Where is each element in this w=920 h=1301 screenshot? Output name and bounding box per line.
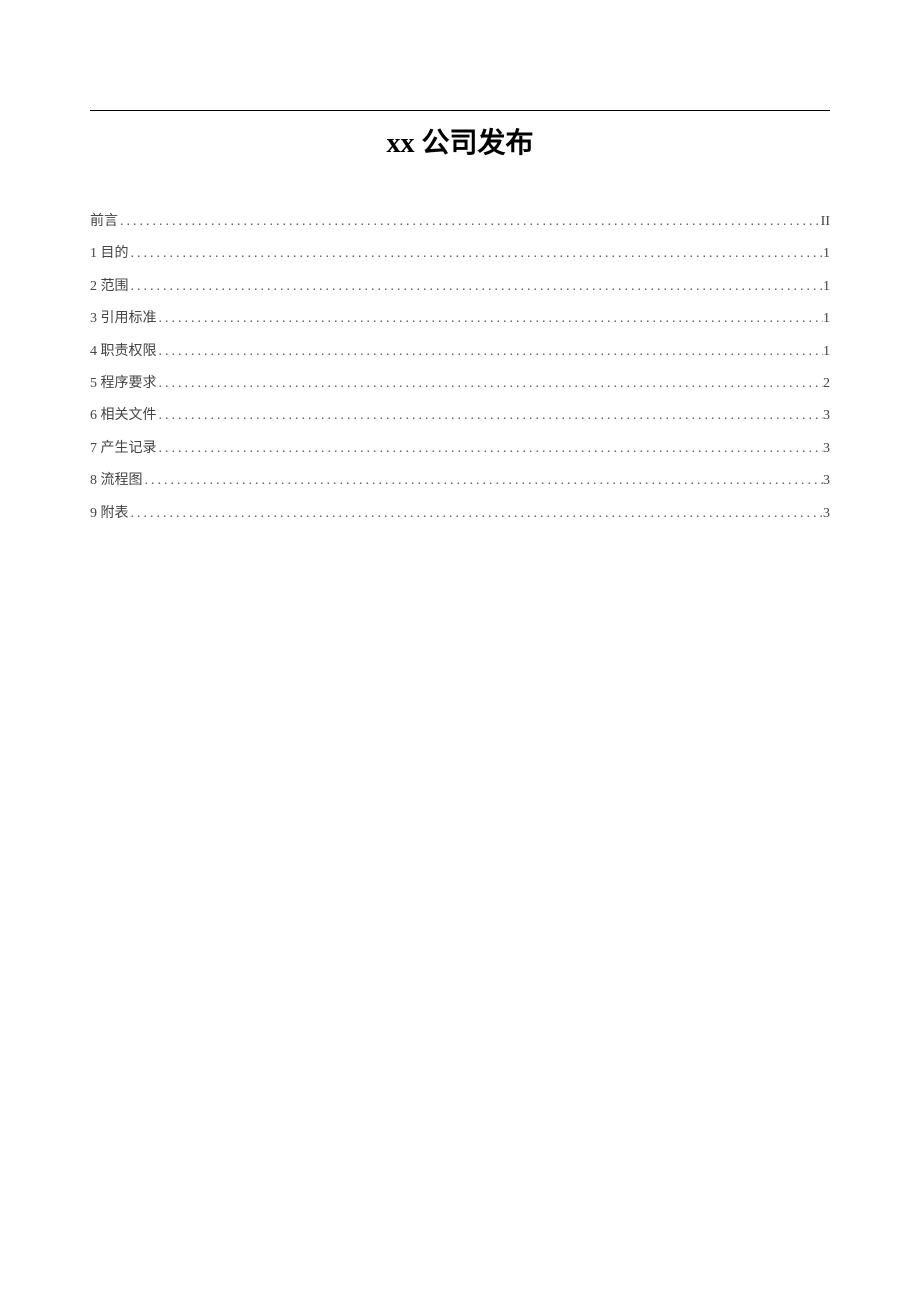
toc-entry: 前言 II	[90, 211, 830, 233]
toc-dots	[129, 503, 824, 525]
toc-label: 前言	[90, 211, 118, 233]
toc-entry: 2 范围 1	[90, 276, 830, 298]
toc-entry: 9 附表 3	[90, 503, 830, 525]
toc-dots	[129, 243, 824, 265]
toc-page: 2	[823, 373, 830, 395]
toc-page: 1	[823, 276, 830, 298]
toc-dots	[143, 470, 824, 492]
toc-label: 3 引用标准	[90, 308, 157, 330]
toc-entry: 4 职责权限 1	[90, 341, 830, 363]
toc-label: 6 相关文件	[90, 405, 157, 427]
toc-page: II	[821, 211, 830, 233]
toc-label: 2 范围	[90, 276, 129, 298]
toc-label: 4 职责权限	[90, 341, 157, 363]
toc-page: 1	[823, 243, 830, 265]
toc-dots	[129, 276, 824, 298]
toc-page: 1	[823, 341, 830, 363]
toc-dots	[157, 405, 824, 427]
toc-dots	[157, 438, 824, 460]
toc-label: 7 产生记录	[90, 438, 157, 460]
toc-page: 3	[823, 470, 830, 492]
toc-entry: 8 流程图 3	[90, 470, 830, 492]
toc-dots	[157, 341, 824, 363]
toc-entry: 1 目的 1	[90, 243, 830, 265]
header-rule	[90, 110, 830, 111]
toc-label: 8 流程图	[90, 470, 143, 492]
toc-label: 1 目的	[90, 243, 129, 265]
toc-page: 3	[823, 503, 830, 525]
toc-page: 3	[823, 405, 830, 427]
toc-dots	[157, 308, 824, 330]
table-of-contents: 前言 II 1 目的 1 2 范围 1 3 引用标准 1 4 职责权限 1 5 …	[90, 211, 830, 525]
page-title: xx 公司发布	[90, 121, 830, 161]
toc-entry: 5 程序要求 2	[90, 373, 830, 395]
toc-dots	[118, 211, 821, 233]
toc-entry: 6 相关文件 3	[90, 405, 830, 427]
toc-dots	[157, 373, 824, 395]
toc-entry: 7 产生记录 3	[90, 438, 830, 460]
toc-entry: 3 引用标准 1	[90, 308, 830, 330]
toc-label: 5 程序要求	[90, 373, 157, 395]
toc-page: 3	[823, 438, 830, 460]
toc-page: 1	[823, 308, 830, 330]
toc-label: 9 附表	[90, 503, 129, 525]
